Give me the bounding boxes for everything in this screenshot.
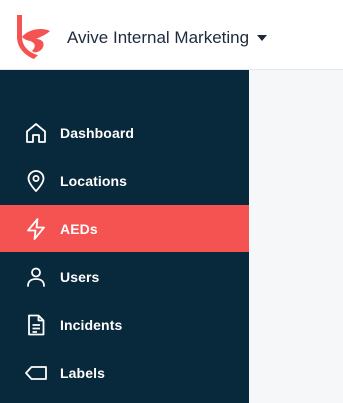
org-name: Avive Internal Marketing [67,28,250,47]
main-content [249,70,343,403]
sidebar-item-aeds[interactable]: AEDs [0,205,249,252]
sidebar-item-label: Dashboard [60,124,135,141]
home-icon [24,121,48,145]
location-pin-icon [24,169,48,193]
sidebar-item-labels[interactable]: Labels [0,349,249,396]
sidebar-item-label: Incidents [60,316,123,333]
top-bar: Avive Internal Marketing [0,0,343,70]
sidebar-item-dashboard[interactable]: Dashboard [0,109,249,156]
lightning-icon [24,217,48,241]
sidebar-item-incidents[interactable]: Incidents [0,301,249,348]
sidebar-item-locations[interactable]: Locations [0,157,249,204]
chevron-down-icon [257,35,268,41]
sidebar-item-users[interactable]: Users [0,253,249,300]
sidebar-item-label: Labels [60,364,105,381]
avive-logo-icon[interactable] [16,13,54,59]
sidebar-item-label: AEDs [60,220,98,237]
tag-icon [24,361,48,385]
sidebar-item-label: Locations [60,172,128,189]
sidebar-item-label: Users [60,268,100,285]
sidebar: Dashboard Locations AEDs Users Incidents… [0,70,249,403]
document-icon [24,313,48,337]
org-switcher[interactable]: Avive Internal Marketing [67,28,268,48]
user-icon [24,265,48,289]
